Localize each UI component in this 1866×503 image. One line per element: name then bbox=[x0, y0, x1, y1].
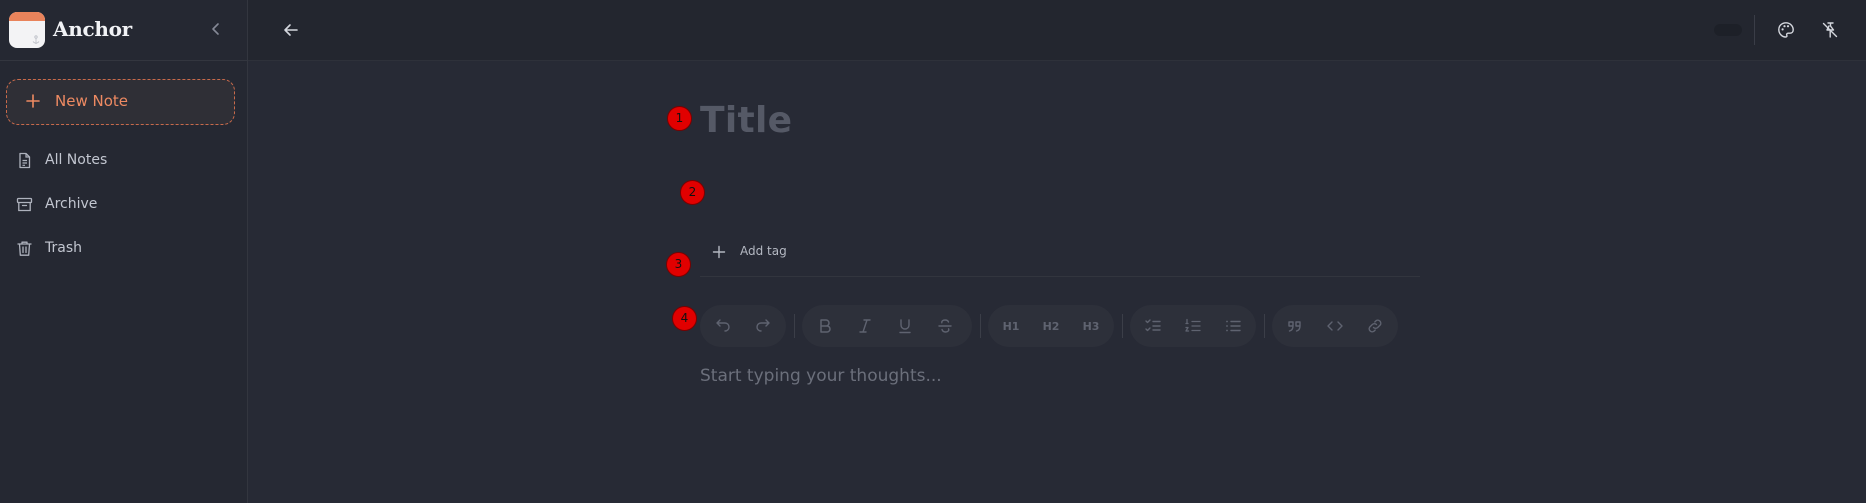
sidebar-item-archive[interactable]: Archive bbox=[0, 187, 247, 223]
status-indicator bbox=[1714, 24, 1742, 36]
redo-icon bbox=[756, 319, 770, 332]
sidebar-item-label: Archive bbox=[45, 196, 98, 212]
document-icon bbox=[19, 152, 31, 169]
quote-icon bbox=[1288, 321, 1301, 332]
sidebar-item-label: Trash bbox=[45, 240, 82, 256]
add-tag-label: Add tag bbox=[740, 244, 787, 258]
toolbar-divider bbox=[1122, 314, 1123, 338]
strikethrough-button[interactable] bbox=[925, 305, 965, 347]
code-button[interactable] bbox=[1315, 305, 1355, 347]
bullet-list-icon bbox=[1226, 320, 1241, 332]
archive-icon bbox=[16, 197, 33, 212]
tag-row: Add tag bbox=[700, 219, 1420, 277]
italic-button[interactable] bbox=[845, 305, 885, 347]
heading-3-label: H3 bbox=[1082, 319, 1100, 333]
plus-icon bbox=[712, 245, 726, 259]
toolbar-divider bbox=[1264, 314, 1265, 338]
app-logo bbox=[9, 12, 45, 48]
quote-button[interactable] bbox=[1275, 305, 1315, 347]
divider bbox=[1754, 15, 1755, 45]
bold-icon bbox=[820, 319, 831, 333]
code-icon bbox=[1327, 321, 1343, 331]
strikethrough-icon bbox=[938, 319, 952, 333]
toolbar-divider bbox=[980, 314, 981, 338]
ordered-list-icon bbox=[1185, 318, 1201, 332]
checklist-icon bbox=[1145, 319, 1161, 332]
redo-button[interactable] bbox=[743, 305, 783, 347]
trash-icon bbox=[17, 241, 32, 256]
bullet-list-button[interactable] bbox=[1213, 305, 1253, 347]
list-group bbox=[1130, 305, 1256, 347]
app-name: Anchor bbox=[53, 17, 132, 41]
block-group bbox=[1272, 305, 1398, 347]
formatting-toolbar: H1 H2 H3 bbox=[700, 305, 1420, 347]
undo-icon bbox=[716, 319, 730, 332]
annotation-badge-4: 4 bbox=[672, 306, 697, 331]
new-note-label: New Note bbox=[55, 92, 128, 110]
title-input[interactable]: Title bbox=[700, 100, 792, 141]
sidebar-item-trash[interactable]: Trash bbox=[0, 231, 247, 267]
checklist-button[interactable] bbox=[1133, 305, 1173, 347]
history-group bbox=[700, 305, 786, 347]
annotation-badge-1: 1 bbox=[667, 106, 692, 131]
plus-icon bbox=[26, 94, 40, 108]
heading-3-button[interactable]: H3 bbox=[1071, 305, 1111, 347]
inline-format-group bbox=[802, 305, 972, 347]
new-note-button[interactable]: New Note bbox=[6, 79, 235, 125]
bold-button[interactable] bbox=[805, 305, 845, 347]
underline-icon bbox=[899, 319, 911, 334]
sidebar: Anchor New Note All Notes Archive Trash bbox=[0, 0, 248, 503]
collapse-sidebar-icon[interactable] bbox=[208, 20, 224, 38]
annotation-badge-3: 3 bbox=[666, 252, 691, 277]
ordered-list-button[interactable] bbox=[1173, 305, 1213, 347]
unpin-icon[interactable] bbox=[1821, 21, 1839, 39]
link-button[interactable] bbox=[1355, 305, 1395, 347]
back-arrow-icon[interactable] bbox=[282, 21, 300, 39]
heading-group: H1 H2 H3 bbox=[988, 305, 1114, 347]
anchor-icon bbox=[32, 35, 40, 44]
note-body-input[interactable]: Start typing your thoughts... bbox=[700, 366, 942, 386]
heading-2-label: H2 bbox=[1042, 319, 1060, 333]
undo-button[interactable] bbox=[703, 305, 743, 347]
brand-header: Anchor bbox=[0, 0, 247, 61]
link-icon bbox=[1368, 319, 1382, 333]
underline-button[interactable] bbox=[885, 305, 925, 347]
heading-1-label: H1 bbox=[1002, 319, 1020, 333]
toolbar-divider bbox=[794, 314, 795, 338]
heading-1-button[interactable]: H1 bbox=[991, 305, 1031, 347]
annotation-badge-2: 2 bbox=[680, 180, 705, 205]
palette-icon[interactable] bbox=[1777, 21, 1795, 39]
editor-topbar bbox=[248, 0, 1866, 61]
sidebar-item-label: All Notes bbox=[45, 152, 108, 168]
italic-icon bbox=[859, 319, 871, 333]
heading-2-button[interactable]: H2 bbox=[1031, 305, 1071, 347]
sidebar-item-all-notes[interactable]: All Notes bbox=[0, 143, 247, 179]
